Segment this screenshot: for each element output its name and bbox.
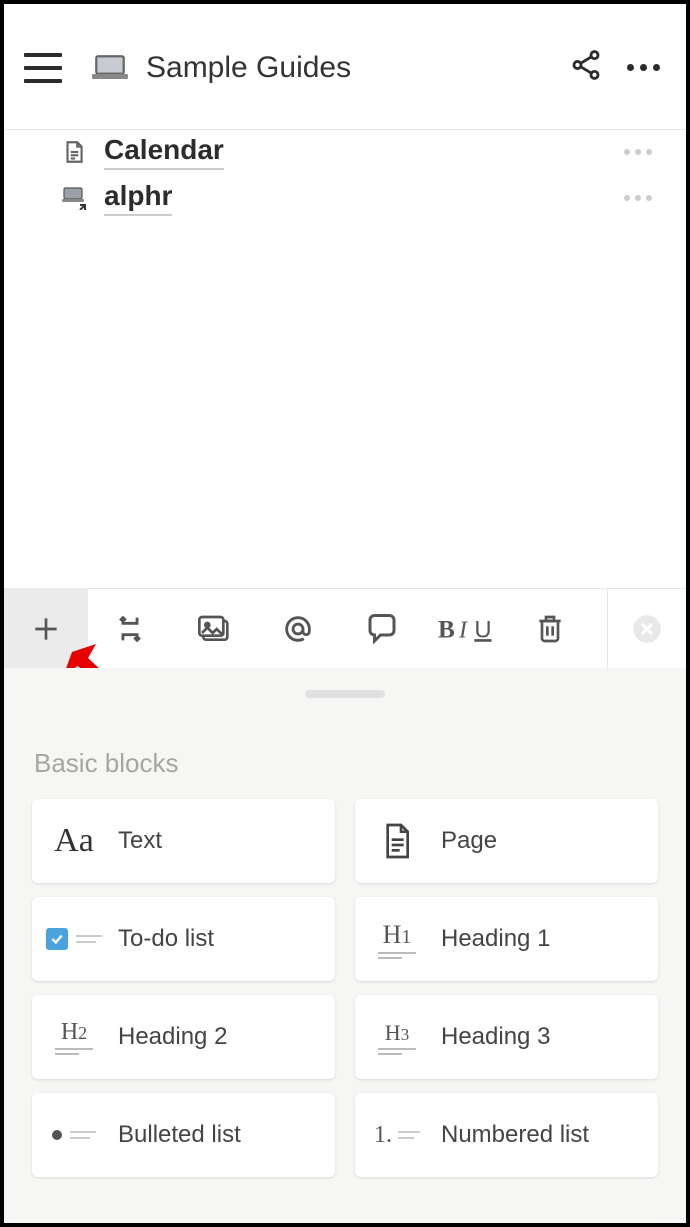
more-button[interactable] <box>627 64 660 71</box>
mention-button[interactable] <box>256 589 340 669</box>
share-button[interactable] <box>569 48 627 87</box>
block-label: Heading 3 <box>441 1023 550 1051</box>
block-label: Text <box>118 827 162 855</box>
menu-button[interactable] <box>24 53 62 83</box>
delete-button[interactable] <box>508 589 592 669</box>
svg-text:I: I <box>458 617 468 643</box>
block-todo[interactable]: To-do list <box>32 897 335 981</box>
block-page[interactable]: Page <box>355 799 658 883</box>
todo-icon <box>44 909 104 969</box>
block-label: To-do list <box>118 925 214 953</box>
page-title: Sample Guides <box>146 51 569 85</box>
block-numbered-list[interactable]: 1. Numbered list <box>355 1093 658 1177</box>
block-text[interactable]: Aa Text <box>32 799 335 883</box>
page-item-more[interactable] <box>614 139 662 165</box>
laptop-link-icon <box>60 184 88 212</box>
page-icon <box>60 138 88 166</box>
block-label: Heading 1 <box>441 925 550 953</box>
heading3-icon: H3 <box>367 1007 427 1067</box>
image-button[interactable] <box>172 589 256 669</box>
turn-into-button[interactable] <box>88 589 172 669</box>
svg-text:U: U <box>474 616 491 643</box>
drag-handle[interactable] <box>305 690 385 698</box>
page-item-calendar[interactable]: Calendar <box>4 130 686 176</box>
block-label: Page <box>441 827 497 855</box>
page-item-more[interactable] <box>614 185 662 211</box>
close-toolbar-button[interactable] <box>608 589 686 669</box>
block-bulleted-list[interactable]: Bulleted list <box>32 1093 335 1177</box>
svg-text:B: B <box>438 616 455 643</box>
block-heading1[interactable]: H1 Heading 1 <box>355 897 658 981</box>
block-heading2[interactable]: H2 Heading 2 <box>32 995 335 1079</box>
bulleted-list-icon <box>44 1105 104 1165</box>
numbered-list-icon: 1. <box>367 1105 427 1165</box>
page-icon <box>367 811 427 871</box>
heading2-icon: H2 <box>44 1007 104 1067</box>
page-list: Calendar alphr <box>4 130 686 222</box>
heading1-icon: H1 <box>367 909 427 969</box>
block-picker-panel: Basic blocks Aa Text Page <box>4 668 686 1223</box>
add-block-button[interactable] <box>4 589 88 669</box>
section-title: Basic blocks <box>4 698 686 799</box>
page-item-label: Calendar <box>104 134 224 170</box>
block-heading3[interactable]: H3 Heading 3 <box>355 995 658 1079</box>
block-label: Heading 2 <box>118 1023 227 1051</box>
comment-button[interactable] <box>340 589 424 669</box>
app-header: Sample Guides <box>4 4 686 130</box>
block-label: Bulleted list <box>118 1121 241 1149</box>
editor-toolbar: B I U <box>4 588 686 668</box>
block-label: Numbered list <box>441 1121 589 1149</box>
text-icon: Aa <box>44 811 104 871</box>
page-item-label: alphr <box>104 180 172 216</box>
text-format-button[interactable]: B I U <box>424 589 508 669</box>
page-item-alphr[interactable]: alphr <box>4 176 686 222</box>
laptop-icon <box>90 54 130 82</box>
